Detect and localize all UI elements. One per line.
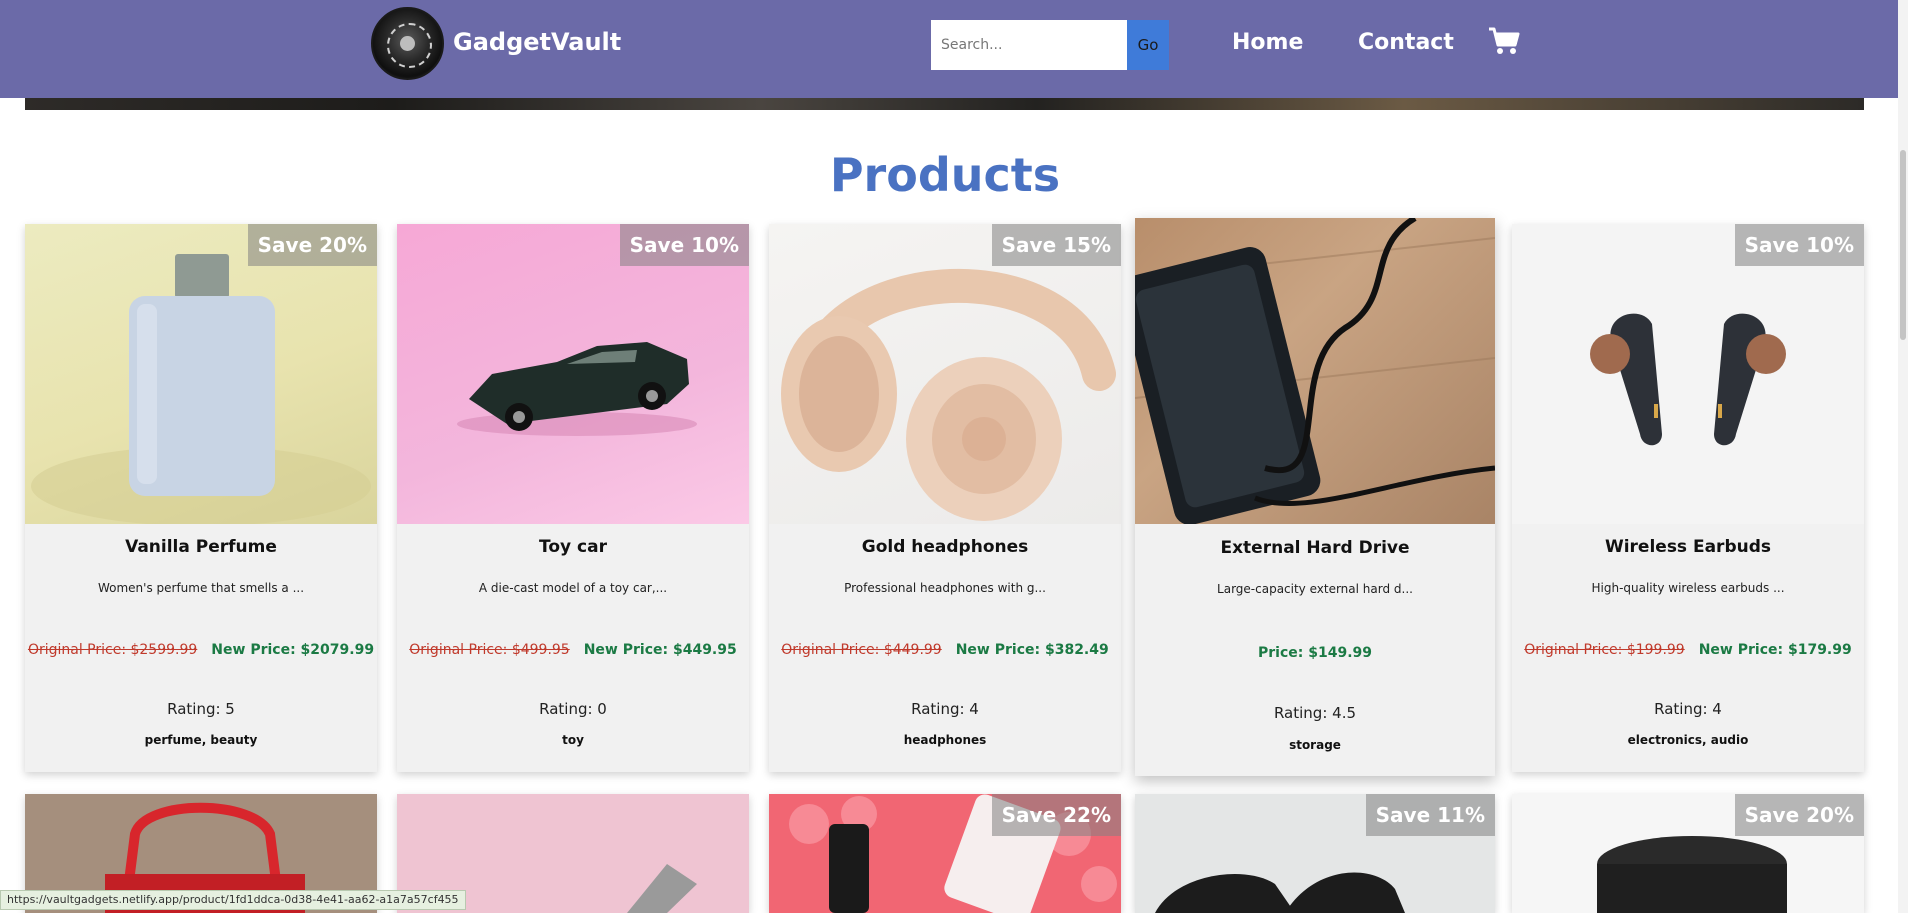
new-price: New Price: $449.95 (583, 642, 737, 658)
product-prices: Original Price: $499.95 New Price: $449.9… (397, 642, 749, 658)
discount-badge: Save 10% (619, 224, 749, 266)
product-card-toy-car[interactable]: Save 10% Toy car A die-cast model of a t… (397, 224, 749, 772)
original-price: Original Price: $2599.99 (27, 642, 198, 658)
product-tags: toy (562, 733, 584, 747)
product-card-vanilla-perfume[interactable]: Save 20% Vanilla Perfume Women's perfume… (25, 224, 377, 772)
product-name: Vanilla Perfume (125, 537, 277, 557)
product-description: Large-capacity external hard d... (1217, 582, 1413, 596)
product-image (25, 224, 377, 524)
product-card-wireless-earbuds[interactable]: Save 10% Wireless Earbuds High-quality w… (1512, 224, 1864, 772)
discount-badge: Save 15% (991, 224, 1121, 266)
nav-contact[interactable]: Contact (1358, 30, 1454, 55)
section-title: Products (829, 148, 1061, 202)
product-tags: headphones (903, 733, 987, 747)
original-price: Original Price: $199.99 (1524, 642, 1685, 658)
product-rating: Rating: 4 (911, 700, 979, 718)
discount-badge: Save 20% (1734, 794, 1864, 836)
original-price: Original Price: $449.99 (781, 642, 942, 658)
product-description: Women's perfume that smells a ... (97, 581, 305, 595)
product-rating: Rating: 4.5 (1273, 704, 1357, 722)
product-description: A die-cast model of a toy car,... (478, 581, 668, 595)
product-description: High-quality wireless earbuds ... (1591, 581, 1785, 595)
product-rating: Rating: 4 (1654, 700, 1722, 718)
cart-icon[interactable] (1488, 26, 1520, 56)
product-card-external-hard-drive[interactable]: External Hard Drive Large-capacity exter… (1135, 218, 1495, 776)
original-price: Original Price: $499.95 (409, 642, 570, 658)
product-tags: storage (1289, 738, 1341, 752)
new-price: New Price: $179.99 (1698, 642, 1852, 658)
product-name: Toy car (539, 537, 607, 557)
product-tags: perfume, beauty (144, 733, 258, 747)
product-name: External Hard Drive (1220, 538, 1410, 558)
page-scrollbar[interactable] (1898, 0, 1908, 913)
product-image (769, 224, 1121, 524)
logo-icon[interactable] (371, 7, 444, 80)
product-image (1135, 218, 1495, 524)
go-button[interactable]: Go (1127, 20, 1169, 70)
product-name: Gold headphones (861, 537, 1029, 557)
product-prices: Original Price: $2599.99 New Price: $2079… (25, 642, 377, 658)
discount-badge: Save 10% (1734, 224, 1864, 266)
discount-badge: Save 11% (1365, 794, 1495, 836)
product-prices: Original Price: $199.99 New Price: $179.9… (1512, 642, 1864, 658)
hero-banner-strip (25, 98, 1864, 110)
discount-badge: Save 20% (247, 224, 377, 266)
product-card-gold-headphones[interactable]: Save 15% Gold headphones Professional he… (769, 224, 1121, 772)
scrollbar-thumb[interactable] (1900, 150, 1906, 340)
product-rating: Rating: 5 (167, 700, 235, 718)
nav-home[interactable]: Home (1232, 30, 1303, 55)
navbar: GadgetVault Go Home Contact (0, 0, 1898, 98)
product-card-speaker[interactable]: Save 20% (1512, 794, 1864, 913)
new-price: New Price: $382.49 (955, 642, 1109, 658)
search-input[interactable] (931, 20, 1127, 70)
brand-name[interactable]: GadgetVault (453, 28, 621, 56)
product-name: Wireless Earbuds (1604, 537, 1772, 557)
product-card-serum[interactable]: Save 22% (769, 794, 1121, 913)
product-prices: Price: $149.99 (1135, 645, 1495, 661)
product-card-shoes[interactable]: Save 11% (1135, 794, 1495, 913)
product-image (397, 224, 749, 524)
new-price: New Price: $2079.99 (211, 642, 375, 658)
status-bar-url: https://vaultgadgets.netlify.app/product… (0, 890, 466, 910)
product-tags: electronics, audio (1627, 733, 1749, 747)
product-image (1512, 224, 1864, 524)
discount-badge: Save 22% (991, 794, 1121, 836)
product-description: Professional headphones with g... (844, 581, 1046, 595)
price: Price: $149.99 (1258, 645, 1372, 661)
product-prices: Original Price: $449.99 New Price: $382.4… (769, 642, 1121, 658)
product-rating: Rating: 0 (539, 700, 607, 718)
